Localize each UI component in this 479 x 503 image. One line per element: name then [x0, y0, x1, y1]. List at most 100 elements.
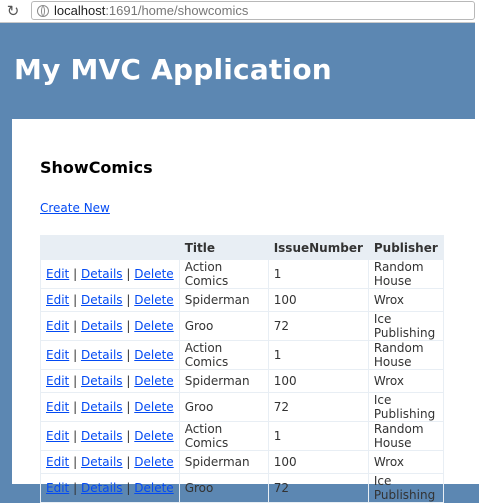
- action-separator: |: [126, 481, 131, 495]
- edit-link[interactable]: Edit: [46, 319, 69, 333]
- cell-issue-number: 72: [267, 473, 369, 503]
- delete-link[interactable]: Delete: [134, 400, 173, 414]
- edit-link[interactable]: Edit: [46, 455, 69, 469]
- header-actions: [40, 235, 180, 260]
- action-separator: |: [73, 455, 78, 469]
- action-separator: |: [126, 348, 131, 362]
- table-row: Edit | Details | Delete Groo 72 Ice Publish…: [40, 392, 445, 422]
- site-header: My MVC Application: [0, 23, 475, 119]
- cell-title: Spiderman: [178, 288, 269, 312]
- delete-link[interactable]: Delete: [134, 481, 173, 495]
- refresh-icon[interactable]: ↻: [6, 4, 20, 19]
- cell-publisher: Wrox: [367, 369, 445, 393]
- details-link[interactable]: Details: [81, 374, 123, 388]
- action-separator: |: [126, 455, 131, 469]
- delete-link[interactable]: Delete: [134, 374, 173, 388]
- details-link[interactable]: Details: [81, 400, 123, 414]
- edit-link[interactable]: Edit: [46, 293, 69, 307]
- edit-link[interactable]: Edit: [46, 481, 69, 495]
- delete-link[interactable]: Delete: [134, 267, 173, 281]
- page-title: ShowComics: [40, 158, 153, 177]
- cell-publisher: Wrox: [367, 288, 445, 312]
- cell-issue-number: 72: [267, 311, 369, 341]
- create-new-link[interactable]: Create New: [40, 201, 110, 215]
- details-link[interactable]: Details: [81, 319, 123, 333]
- row-actions: Edit | Details | Delete: [40, 473, 180, 503]
- cell-issue-number: 1: [267, 421, 369, 451]
- table-row: Edit | Details | Delete Spiderman 100 Wrox: [40, 450, 445, 474]
- delete-link[interactable]: Delete: [134, 293, 173, 307]
- action-separator: |: [73, 429, 78, 443]
- url-text: localhost:1691/home/showcomics: [54, 3, 248, 18]
- action-separator: |: [126, 267, 131, 281]
- row-actions: Edit | Details | Delete: [40, 311, 180, 341]
- edit-link[interactable]: Edit: [46, 348, 69, 362]
- url-field[interactable]: localhost:1691/home/showcomics: [31, 1, 475, 20]
- details-link[interactable]: Details: [81, 455, 123, 469]
- cell-title: Groo: [178, 392, 269, 422]
- url-path: :1691/home/showcomics: [105, 3, 249, 18]
- action-separator: |: [73, 481, 78, 495]
- delete-link[interactable]: Delete: [134, 455, 173, 469]
- delete-link[interactable]: Delete: [134, 319, 173, 333]
- action-separator: |: [73, 400, 78, 414]
- comics-table: Title IssueNumber Publisher Edit | Detai…: [40, 235, 445, 503]
- delete-link[interactable]: Delete: [134, 348, 173, 362]
- table-row: Edit | Details | Delete Spiderman 100 Wrox: [40, 288, 445, 312]
- table-body: Edit | Details | Delete Action Comics 1 Ran…: [40, 259, 445, 503]
- action-separator: |: [73, 319, 78, 333]
- action-separator: |: [73, 293, 78, 307]
- cell-publisher: Ice Publishing: [367, 473, 445, 503]
- cell-publisher: Random House: [367, 259, 445, 289]
- table-row: Edit | Details | Delete Action Comics 1 Ran…: [40, 259, 445, 289]
- edit-link[interactable]: Edit: [46, 400, 69, 414]
- cell-publisher: Wrox: [367, 450, 445, 474]
- cell-publisher: Random House: [367, 340, 445, 370]
- details-link[interactable]: Details: [81, 481, 123, 495]
- cell-title: Groo: [178, 473, 269, 503]
- row-actions: Edit | Details | Delete: [40, 340, 180, 370]
- action-separator: |: [73, 374, 78, 388]
- cell-publisher: Ice Publishing: [367, 311, 445, 341]
- action-separator: |: [73, 348, 78, 362]
- row-actions: Edit | Details | Delete: [40, 450, 180, 474]
- cell-publisher: Ice Publishing: [367, 392, 445, 422]
- action-separator: |: [126, 293, 131, 307]
- cell-issue-number: 100: [267, 369, 369, 393]
- table-row: Edit | Details | Delete Action Comics 1 Ran…: [40, 340, 445, 370]
- cell-issue-number: 100: [267, 450, 369, 474]
- edit-link[interactable]: Edit: [46, 429, 69, 443]
- action-separator: |: [73, 267, 78, 281]
- header-publisher: Publisher: [367, 235, 445, 260]
- details-link[interactable]: Details: [81, 293, 123, 307]
- url-host: localhost: [54, 3, 106, 18]
- action-separator: |: [126, 429, 131, 443]
- edit-link[interactable]: Edit: [46, 374, 69, 388]
- table-row: Edit | Details | Delete Groo 72 Ice Publish…: [40, 473, 445, 503]
- row-actions: Edit | Details | Delete: [40, 288, 180, 312]
- main-content: ShowComics Create New Title IssueNumber …: [12, 119, 475, 503]
- globe-icon: [37, 4, 49, 17]
- delete-link[interactable]: Delete: [134, 429, 173, 443]
- edit-link[interactable]: Edit: [46, 267, 69, 281]
- header-issue-number: IssueNumber: [267, 235, 369, 260]
- table-row: Edit | Details | Delete Spiderman 100 Wrox: [40, 369, 445, 393]
- cell-issue-number: 100: [267, 288, 369, 312]
- row-actions: Edit | Details | Delete: [40, 369, 180, 393]
- row-actions: Edit | Details | Delete: [40, 421, 180, 451]
- cell-publisher: Random House: [367, 421, 445, 451]
- action-separator: |: [126, 374, 131, 388]
- action-separator: |: [126, 319, 131, 333]
- table-row: Edit | Details | Delete Action Comics 1 Ran…: [40, 421, 445, 451]
- cell-issue-number: 72: [267, 392, 369, 422]
- details-link[interactable]: Details: [81, 348, 123, 362]
- window-edge: [475, 0, 479, 484]
- app-title: My MVC Application: [14, 53, 332, 86]
- cell-title: Spiderman: [178, 369, 269, 393]
- row-actions: Edit | Details | Delete: [40, 259, 180, 289]
- table-header-row: Title IssueNumber Publisher: [40, 235, 445, 260]
- cell-title: Groo: [178, 311, 269, 341]
- details-link[interactable]: Details: [81, 267, 123, 281]
- details-link[interactable]: Details: [81, 429, 123, 443]
- header-title: Title: [178, 235, 269, 260]
